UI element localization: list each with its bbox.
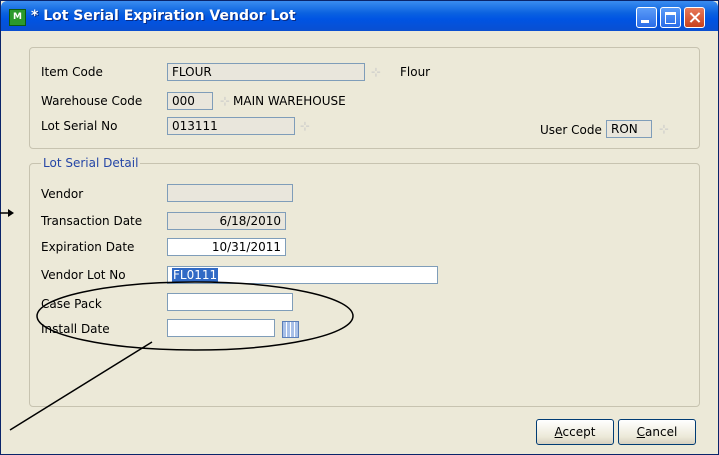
install-date-label: Install Date <box>41 322 110 336</box>
lot-lookup-icon[interactable]: ⊹ <box>298 119 312 133</box>
user-lookup-icon[interactable]: ⊹ <box>657 122 671 136</box>
vendor-field[interactable] <box>167 184 293 202</box>
user-code-field[interactable]: RON <box>606 120 652 138</box>
vendor-lot-no-field[interactable]: FL0111 <box>167 266 438 284</box>
warehouse-description: MAIN WAREHOUSE <box>233 94 346 108</box>
maximize-button[interactable] <box>660 7 681 28</box>
cancel-hotkey: C <box>636 425 646 439</box>
warehouse-lookup-icon[interactable]: ⊹ <box>218 94 232 108</box>
transaction-date-field[interactable]: 6/18/2010 <box>167 212 286 230</box>
lot-serial-label: Lot Serial No <box>41 119 118 133</box>
dialog-window: M * Lot Serial Expiration Vendor Lot Ite… <box>0 0 719 455</box>
case-pack-field[interactable] <box>167 293 293 311</box>
lot-serial-detail-panel <box>29 163 700 407</box>
calendar-icon[interactable] <box>282 321 299 338</box>
vendor-lot-no-label: Vendor Lot No <box>41 268 126 282</box>
item-description: Flour <box>400 65 431 79</box>
accept-label: ccept <box>562 425 596 439</box>
window-title: * Lot Serial Expiration Vendor Lot <box>31 8 296 24</box>
warehouse-code-label: Warehouse Code <box>41 94 143 108</box>
cancel-label: ancel <box>645 425 678 439</box>
accept-button[interactable]: Accept <box>536 419 614 445</box>
user-code-label: User Code <box>540 123 602 137</box>
expiration-date-label: Expiration Date <box>41 240 135 254</box>
lot-serial-field[interactable]: 013111 <box>167 117 295 135</box>
case-pack-label: Case Pack <box>41 297 102 311</box>
minimize-button[interactable] <box>636 7 657 28</box>
cancel-button[interactable]: Cancel <box>618 419 696 445</box>
warehouse-code-field[interactable]: 000 <box>167 92 213 110</box>
accept-hotkey: A <box>554 425 563 439</box>
title-bar[interactable]: M * Lot Serial Expiration Vendor Lot <box>1 1 718 31</box>
expiration-date-field[interactable]: 10/31/2011 <box>167 238 286 256</box>
vendor-lot-selected-text: FL0111 <box>172 268 219 282</box>
close-button[interactable] <box>684 7 705 28</box>
item-code-field[interactable]: FLOUR <box>167 63 365 81</box>
app-grid-icon: M <box>9 9 26 26</box>
item-code-label: Item Code <box>41 65 103 79</box>
transaction-date-label: Transaction Date <box>41 214 143 228</box>
install-date-field[interactable] <box>167 319 275 337</box>
lot-serial-detail-legend: Lot Serial Detail <box>41 156 141 170</box>
item-lookup-icon[interactable]: ⊹ <box>369 65 383 79</box>
vendor-label: Vendor <box>41 187 84 201</box>
